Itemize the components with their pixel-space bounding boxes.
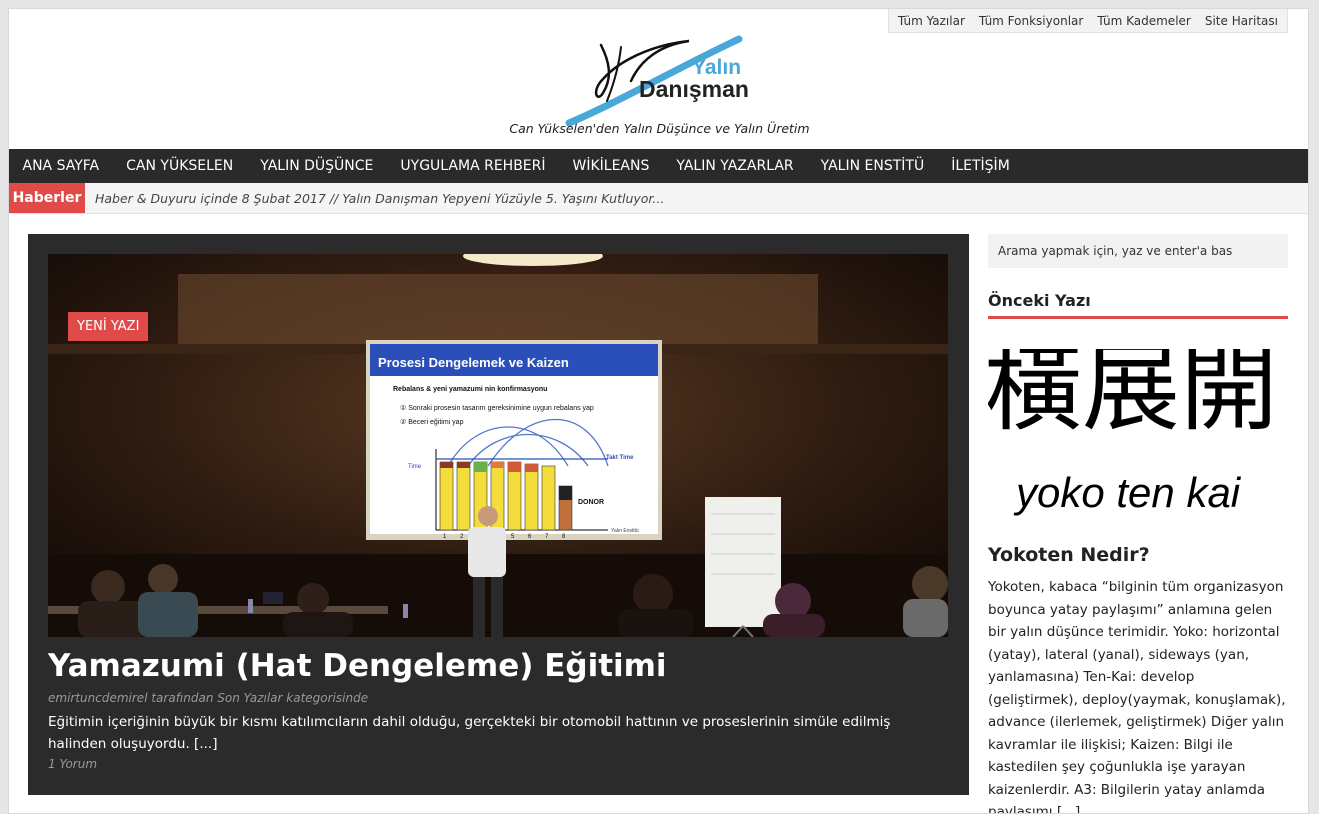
top-link-all-posts[interactable]: Tüm Yazılar [891, 14, 972, 28]
nav-item-uygulama-rehberi[interactable]: UYGULAMA REHBERİ [387, 158, 559, 174]
slide-item-2: ② Beceri eğitimi yap [400, 418, 464, 426]
top-link-sitemap[interactable]: Site Haritası [1198, 14, 1285, 28]
featured-image: Prosesi Dengelemek ve Kaizen Rebalans & … [48, 254, 948, 637]
main-nav: ANA SAYFA CAN YÜKSELEN YALIN DÜŞÜNCE UYG… [9, 149, 1308, 183]
slide-footer: Yalın Enstitü [611, 528, 639, 534]
read-more-link[interactable]: [...] [194, 736, 217, 752]
featured-post-meta: emirtuncdemirel tarafından Son Yazılar k… [48, 691, 369, 705]
comments-link[interactable]: 1 Yorum [48, 757, 97, 771]
kanji-text: 橫展開 [988, 349, 1279, 445]
previous-post-read-more[interactable]: [...] [1057, 804, 1080, 813]
top-link-levels[interactable]: Tüm Kademeler [1090, 14, 1198, 28]
nav-item-yalin-yazarlar[interactable]: YALIN YAZARLAR [663, 158, 807, 174]
site-tagline: Can Yükselen'den Yalın Düşünce ve Yalın … [509, 121, 810, 136]
nav-item-yalin-enstitu[interactable]: YALIN ENSTİTÜ [807, 158, 938, 174]
search-input[interactable] [988, 234, 1288, 268]
logo-text-danisman: Danışman [639, 76, 749, 102]
featured-photo[interactable]: Prosesi Dengelemek ve Kaizen Rebalans & … [48, 254, 948, 637]
slide-donor-label: DONOR [578, 499, 604, 506]
previous-post-excerpt-text: Yokoten, kabaca “bilginin tüm organizasy… [988, 579, 1286, 814]
top-link-functions[interactable]: Tüm Fonksiyonlar [972, 14, 1090, 28]
slide-title: Prosesi Dengelemek ve Kaizen [378, 355, 569, 370]
featured-post-excerpt: Eğitimin içeriğinin büyük bir kısmı katı… [48, 711, 928, 755]
new-post-badge[interactable]: YENİ YAZI [68, 312, 149, 341]
top-links-bar: Tüm Yazılar Tüm Fonksiyonlar Tüm Kademel… [887, 9, 1288, 33]
previous-post-image[interactable]: 橫展開 yoko ten kai [988, 349, 1288, 519]
news-label: Haberler [9, 183, 85, 213]
widget-title-underline [988, 316, 1288, 319]
nav-item-iletisim[interactable]: İLETİŞİM [938, 158, 1024, 174]
featured-post: Prosesi Dengelemek ve Kaizen Rebalans & … [28, 234, 969, 795]
news-ticker: Haberler Haber & Duyuru içinde 8 Şubat 2… [9, 183, 1308, 214]
slide-item-1: ① Sonraki prosesin tasarım gereksinimine… [400, 404, 594, 412]
featured-post-excerpt-text: Eğitimin içeriğinin büyük bir kısmı katı… [48, 714, 891, 752]
previous-post-title[interactable]: Yokoten Nedir? [988, 544, 1150, 566]
featured-post-title[interactable]: Yamazumi (Hat Dengeleme) Eğitimi [48, 648, 667, 684]
nav-item-can-yukselen[interactable]: CAN YÜKSELEN [113, 158, 247, 174]
site-logo[interactable]: Yalın Danışman [561, 31, 751, 127]
previous-post-excerpt: Yokoten, kabaca “bilginin tüm organizasy… [988, 576, 1288, 814]
slide-time-label: Time [408, 464, 422, 470]
nav-item-wikileans[interactable]: WİKİLEANS [559, 158, 663, 174]
news-ticker-text[interactable]: Haber & Duyuru içinde 8 Şubat 2017 // Ya… [95, 191, 664, 206]
slide-takt-label: Takt Time [606, 455, 634, 461]
romaji-text: yoko ten kai [1016, 469, 1241, 516]
widget-title-previous-post: Önceki Yazı [988, 291, 1091, 310]
nav-item-yalin-dusunce[interactable]: YALIN DÜŞÜNCE [247, 158, 387, 174]
page: Tüm Yazılar Tüm Fonksiyonlar Tüm Kademel… [8, 8, 1309, 814]
slide-subtitle: Rebalans & yeni yamazumi nin konfirmasyo… [393, 386, 547, 393]
nav-item-home[interactable]: ANA SAYFA [9, 158, 113, 174]
